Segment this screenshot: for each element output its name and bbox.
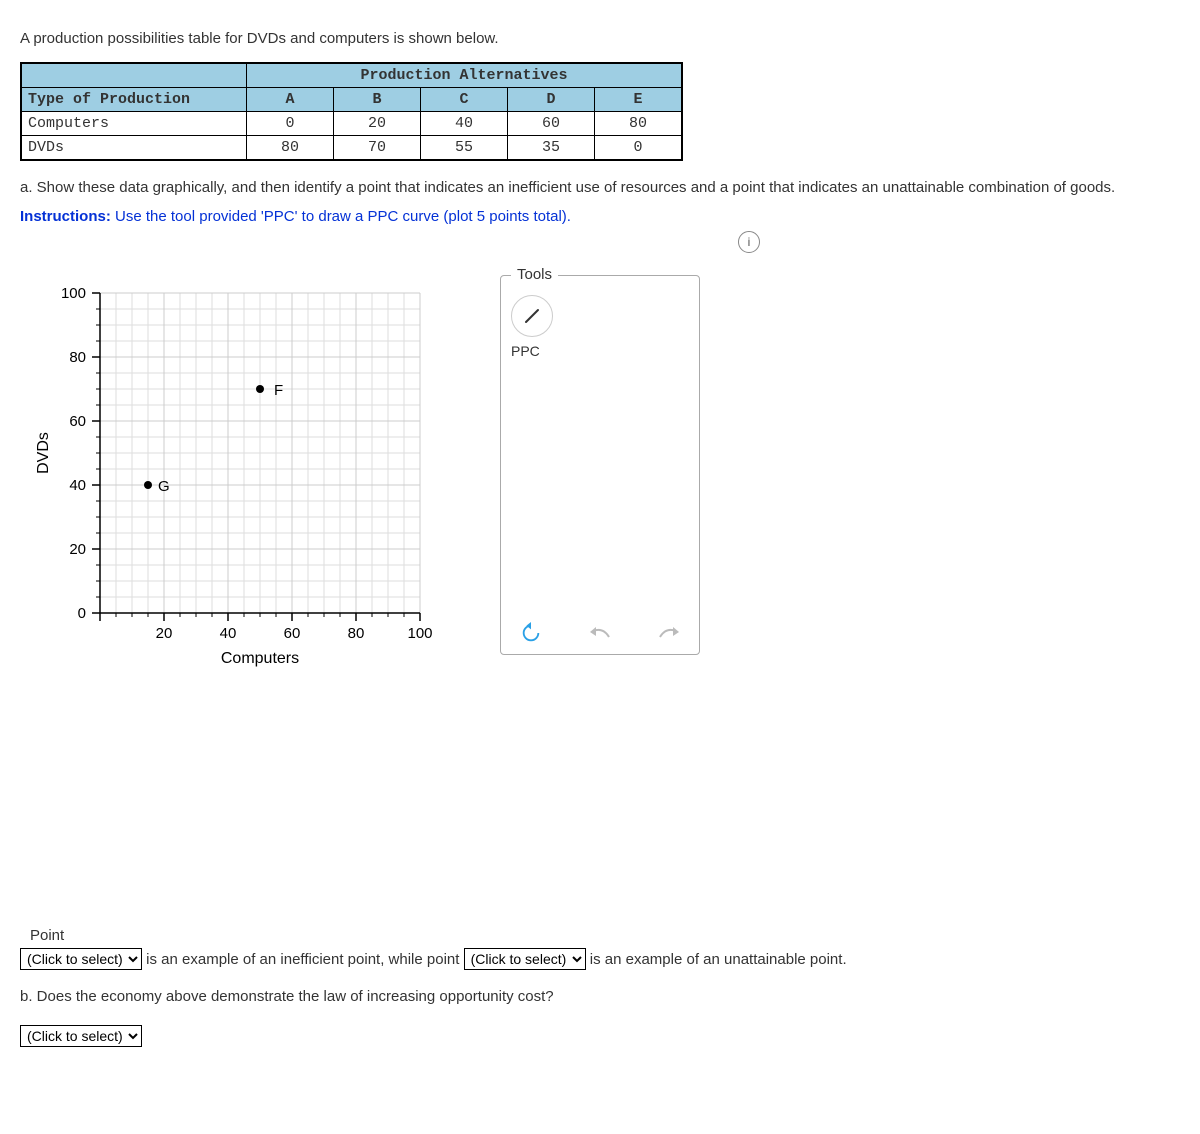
col-header: C [421, 88, 508, 112]
table-cell: 80 [247, 136, 334, 161]
info-icon[interactable]: i [738, 231, 760, 253]
part-b-select[interactable]: (Click to select) [20, 1025, 142, 1047]
x-tick-label: 100 [407, 625, 432, 642]
undo-icon [587, 623, 613, 643]
table-cell: 40 [421, 112, 508, 136]
y-tick-label: 80 [69, 349, 86, 366]
instructions-text: Use the tool provided 'PPC' to draw a PP… [111, 208, 571, 225]
y-tick-label: 100 [61, 285, 86, 302]
sentence-end: is an example of an unattainable point. [586, 951, 847, 968]
y-tick-label: 40 [69, 477, 86, 494]
table-cell: 0 [595, 136, 683, 161]
row-label: DVDs [21, 136, 247, 161]
x-tick-label: 40 [220, 625, 237, 642]
chart-point-g[interactable] [144, 481, 152, 489]
table-row: Computers 0 20 40 60 80 [21, 112, 682, 136]
undo-button[interactable] [586, 622, 614, 644]
tools-panel: Tools PPC [500, 275, 700, 655]
table-cell: 55 [421, 136, 508, 161]
unattainable-point-select[interactable]: (Click to select) [464, 948, 586, 970]
ppc-chart[interactable]: 100 80 60 40 20 0 20 40 60 80 100 Comput… [30, 273, 470, 697]
row-header-title: Type of Production [21, 88, 247, 112]
col-header: B [334, 88, 421, 112]
col-header: E [595, 88, 683, 112]
part-a-text: a. Show these data graphically, and then… [20, 179, 1170, 196]
col-header: A [247, 88, 334, 112]
point-label: Point [20, 927, 1180, 944]
redo-button[interactable] [655, 622, 683, 644]
x-axis-label: Computers [221, 650, 299, 667]
table-row: DVDs 80 70 55 35 0 [21, 136, 682, 161]
chart-point-f[interactable] [256, 385, 264, 393]
answer-section: Point (Click to select) is an example of… [20, 927, 1180, 970]
redo-icon [656, 623, 682, 643]
reset-button[interactable] [517, 622, 545, 644]
table-cell: 80 [595, 112, 683, 136]
instructions-label: Instructions: [20, 208, 111, 225]
table-cell: 20 [334, 112, 421, 136]
chart-point-f-label: F [274, 382, 283, 399]
ppc-tool-button[interactable] [511, 295, 553, 337]
blank-corner-cell [21, 63, 247, 88]
reset-icon [520, 622, 542, 644]
intro-text: A production possibilities table for DVD… [20, 30, 720, 47]
chart-point-g-label: G [158, 478, 170, 495]
table-cell: 70 [334, 136, 421, 161]
inefficient-point-select[interactable]: (Click to select) [20, 948, 142, 970]
y-tick-label: 20 [69, 541, 86, 558]
table-cell: 60 [508, 112, 595, 136]
x-tick-label: 80 [348, 625, 365, 642]
y-tick-label: 60 [69, 413, 86, 430]
x-tick-label: 20 [156, 625, 173, 642]
row-label: Computers [21, 112, 247, 136]
y-axis-label: DVDs [35, 432, 52, 474]
instructions-line: Instructions: Use the tool provided 'PPC… [20, 208, 1180, 225]
table-cell: 0 [247, 112, 334, 136]
x-tick-label: 60 [284, 625, 301, 642]
col-header: D [508, 88, 595, 112]
y-tick-label: 0 [78, 605, 86, 622]
ppc-tool-label: PPC [511, 343, 689, 359]
table-group-header: Production Alternatives [247, 63, 683, 88]
production-table: Production Alternatives Type of Producti… [20, 62, 683, 161]
line-tool-icon [522, 306, 542, 326]
sentence-mid: is an example of an inefficient point, w… [142, 951, 464, 968]
table-cell: 35 [508, 136, 595, 161]
part-b-text: b. Does the economy above demonstrate th… [20, 988, 1180, 1005]
tools-title: Tools [511, 266, 558, 283]
